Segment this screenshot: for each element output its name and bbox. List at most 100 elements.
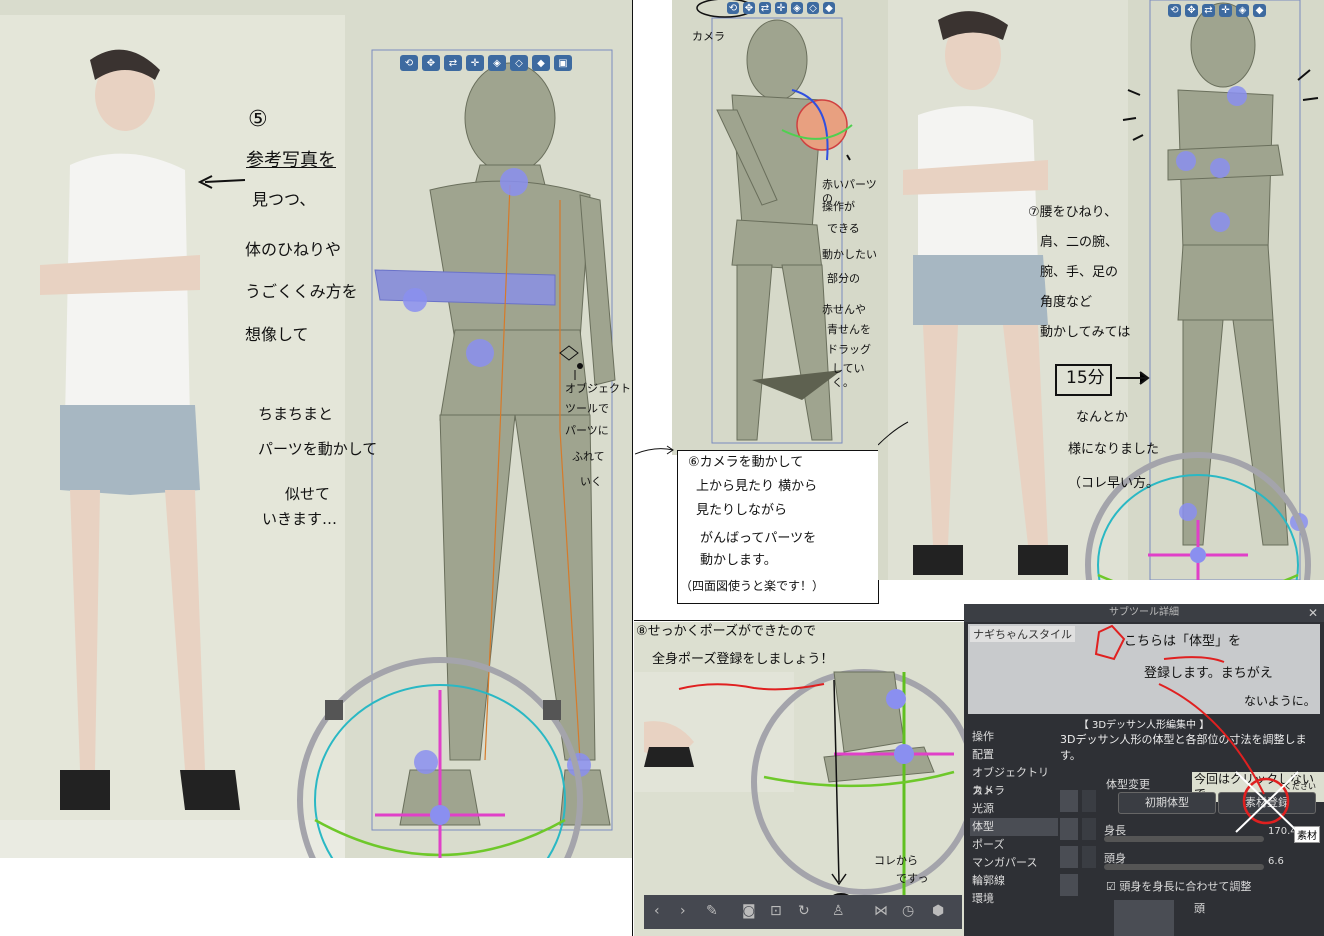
camera-icon[interactable]: ◙ — [742, 903, 756, 919]
prev-icon[interactable]: ‹ — [654, 903, 660, 919]
camera-move-icon[interactable]: ⇄ — [444, 55, 462, 71]
category-pose[interactable]: ポーズ — [970, 836, 1058, 854]
note7-line5: 動かしてみては — [1040, 325, 1131, 340]
annotation-line2: 登録します。まちがえ — [1144, 666, 1273, 681]
camera-pan-icon[interactable]: ✥ — [743, 2, 755, 14]
body-part-preview — [1114, 900, 1174, 936]
checkbox-label: 頭身を身長に合わせて調整 — [1119, 880, 1252, 893]
note6-line3: 見たりしながら — [696, 503, 788, 518]
viewport-toolbar-camera[interactable]: ⟲ ✥ ⇄ ✛ ◈ ◇ ◆ — [727, 2, 835, 14]
flip-icon[interactable]: ⋈ — [874, 903, 888, 919]
note5-line9: いきます… — [262, 510, 338, 528]
result-line1: なんとか — [1076, 410, 1129, 425]
red-note2: 操作が — [822, 200, 855, 213]
category-outline[interactable]: 輪郭線 — [970, 872, 1058, 890]
wrench-icon[interactable]: ✎ — [706, 903, 718, 919]
time-box: 15分 — [1066, 368, 1105, 388]
next-icon[interactable]: › — [680, 903, 686, 919]
scene-left — [0, 15, 616, 858]
arrow-note1: コレから — [874, 854, 918, 867]
red-note8: ドラッグ — [827, 343, 871, 356]
object-rotate-axis-icon[interactable]: ◇ — [807, 2, 819, 14]
height-slider[interactable] — [1104, 836, 1264, 842]
note6-line5: 動かします。 — [700, 553, 777, 568]
note5-line8: 似せて — [285, 485, 331, 503]
result-line2: 様になりました — [1068, 442, 1160, 457]
result-panel: ⟲ ✥ ⇄ ✛ ◈ ◆ ⑦腰をひねり、 肩、二の腕、 腕、手、足の 角度など 動… — [878, 0, 1324, 580]
object-view-icon[interactable]: ◆ — [1253, 4, 1266, 17]
note5-line6: ちまちまと — [258, 405, 334, 423]
object-move-icon[interactable]: ✛ — [1219, 4, 1232, 17]
head-ratio-slider[interactable] — [1104, 864, 1264, 870]
category-operation[interactable]: 操作 — [970, 728, 1058, 746]
arrow-note2: ですっ — [896, 872, 929, 885]
head-ratio-value[interactable]: 6.6 — [1268, 856, 1284, 867]
cube-icon[interactable]: ⬢ — [932, 903, 944, 919]
note5-number: ⑤ — [248, 107, 268, 132]
note7-line2: 肩、二の腕、 — [1040, 235, 1119, 250]
register-pose-icon[interactable]: ♙ — [832, 903, 845, 919]
rotate-icon[interactable]: ↻ — [798, 903, 810, 919]
viewport-toolbar-result[interactable]: ⟲ ✥ ⇄ ✛ ◈ ◆ — [1168, 4, 1266, 17]
red-note6: 赤せんや — [822, 303, 866, 316]
height-value[interactable]: 170.4 — [1268, 826, 1297, 837]
red-note4: 動かしたい — [822, 248, 877, 261]
object-tool-note3: パーツに — [565, 424, 609, 437]
register-material-button[interactable]: 素材登録 — [1218, 792, 1316, 814]
note5-line4: うごくくみ方を — [245, 282, 358, 301]
initial-body-button[interactable]: 初期体型 — [1118, 792, 1216, 814]
close-icon[interactable]: ✕ — [1308, 606, 1318, 620]
object-rotate-icon[interactable]: ◈ — [791, 2, 803, 14]
joint-chest — [500, 168, 528, 196]
camera-label: カメラ — [692, 30, 725, 43]
category-light[interactable]: 光源 — [970, 800, 1058, 818]
category-placement[interactable]: 配置 — [970, 746, 1058, 764]
viewport-toolbar-left[interactable]: ⟲ ✥ ⇄ ✛ ◈ ◇ ◆ ▣ — [400, 55, 572, 71]
head-ratio-checkbox[interactable]: ☑ 頭身を身長に合わせて調整 — [1106, 878, 1251, 894]
object-rotate-icon[interactable]: ◈ — [1236, 4, 1249, 17]
tooltip: 素材 — [1294, 826, 1320, 843]
red-note5: 部分の — [827, 272, 860, 285]
category-body-shape[interactable]: 体型 — [970, 818, 1058, 836]
object-rotate-icon[interactable]: ◈ — [488, 55, 506, 71]
category-list[interactable]: 操作 配置 オブジェクトリスト カメラ 光源 体型 ポーズ マンガパース 輪郭線… — [970, 728, 1058, 908]
camera-move-icon[interactable]: ⇄ — [1202, 4, 1215, 17]
camera-move-icon[interactable]: ⇄ — [759, 2, 771, 14]
object-view-icon[interactable]: ◆ — [823, 2, 835, 14]
object-move-icon[interactable]: ✛ — [466, 55, 484, 71]
note8-line2: 全身ポーズ登録をしましょう！ — [652, 652, 834, 667]
annotation-line3: ないように。 — [1244, 694, 1316, 708]
category-description: 3Dデッサン人形の体型と各部位の寸法を調整します。 — [1060, 733, 1307, 762]
note7-line4: 角度など — [1040, 295, 1093, 310]
clock-icon[interactable]: ◷ — [902, 903, 914, 919]
camera-rotate-icon[interactable]: ⟲ — [727, 2, 739, 14]
note7-line3: 腕、手、足の — [1040, 265, 1119, 280]
category-environment[interactable]: 環境 — [970, 890, 1058, 908]
red-note3: できる — [827, 222, 860, 235]
note8-line1: ⑧せっかくポーズができたので — [636, 624, 817, 639]
head-part-label: 頭 — [1194, 902, 1205, 915]
object-tool-note1: オブジェクト — [565, 382, 631, 395]
reference-panel-left: ⟲ ✥ ⇄ ✛ ◈ ◇ ◆ ▣ ⑤ 参考写真を 見つつ、 体のひねりや うごくく… — [0, 0, 632, 858]
object-tool-note5: いく — [580, 475, 602, 488]
divider — [634, 620, 964, 621]
category-camera[interactable]: カメラ — [970, 782, 1058, 800]
camera-rotate-icon[interactable]: ⟲ — [1168, 4, 1181, 17]
object-view-icon[interactable]: ◆ — [532, 55, 550, 71]
scene-result — [878, 0, 1319, 580]
joint-hip — [466, 339, 494, 367]
camera-pan-icon[interactable]: ✥ — [422, 55, 440, 71]
result-line3: （コレ早い方。 — [1068, 476, 1160, 491]
object-rotate-axis-icon[interactable]: ◇ — [510, 55, 528, 71]
category-manga-perspective[interactable]: マンガパース — [970, 854, 1058, 872]
object-move-icon[interactable]: ✛ — [775, 2, 787, 14]
subtool-style-name: ナギちゃんスタイル — [970, 626, 1075, 642]
note6-box: ⑥カメラを動かして 上から見たり 横から 見たりしながら がんばってパーツを 動… — [677, 450, 879, 604]
object-ground-icon[interactable]: ▣ — [554, 55, 572, 71]
category-object-list[interactable]: オブジェクトリスト — [970, 764, 1058, 797]
camera-pan-icon[interactable]: ✥ — [1185, 4, 1198, 17]
fit-icon[interactable]: ⊡ — [770, 903, 782, 919]
divider — [632, 0, 633, 936]
camera-rotate-icon[interactable]: ⟲ — [400, 55, 418, 71]
section-body-shape-label: 体型変更 — [1106, 778, 1150, 791]
